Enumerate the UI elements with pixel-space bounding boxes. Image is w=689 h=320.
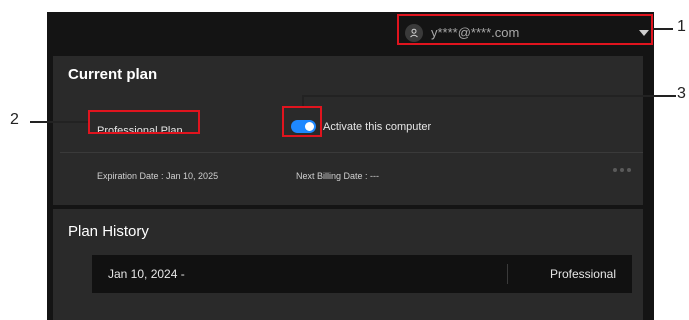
more-options-icon[interactable] xyxy=(613,168,631,172)
callout-number-1: 1 xyxy=(677,18,686,35)
highlight-box-account xyxy=(397,14,653,45)
plan-window: y****@****.com Current plan Professional… xyxy=(47,12,654,320)
divider xyxy=(60,152,643,153)
callout-line-2 xyxy=(30,121,88,123)
next-billing-date: Next Billing Date : --- xyxy=(296,171,380,181)
expiration-date: Expiration Date : Jan 10, 2025 xyxy=(97,171,219,181)
history-row: Jan 10, 2024 - Professional xyxy=(92,255,632,293)
callout-line-3-vertical xyxy=(302,95,304,106)
plan-history-card: Plan History Jan 10, 2024 - Professional xyxy=(53,209,643,320)
history-date: Jan 10, 2024 - xyxy=(108,267,185,281)
highlight-box-plan xyxy=(88,110,200,134)
plan-history-title: Plan History xyxy=(68,223,149,240)
callout-line-1 xyxy=(653,28,673,30)
current-plan-title: Current plan xyxy=(68,66,158,83)
callout-number-3: 3 xyxy=(677,85,686,102)
callout-line-3 xyxy=(302,95,676,97)
highlight-box-toggle xyxy=(282,106,322,137)
history-plan: Professional xyxy=(549,267,616,281)
activate-label: Activate this computer xyxy=(323,120,432,133)
callout-number-2: 2 xyxy=(10,111,19,128)
